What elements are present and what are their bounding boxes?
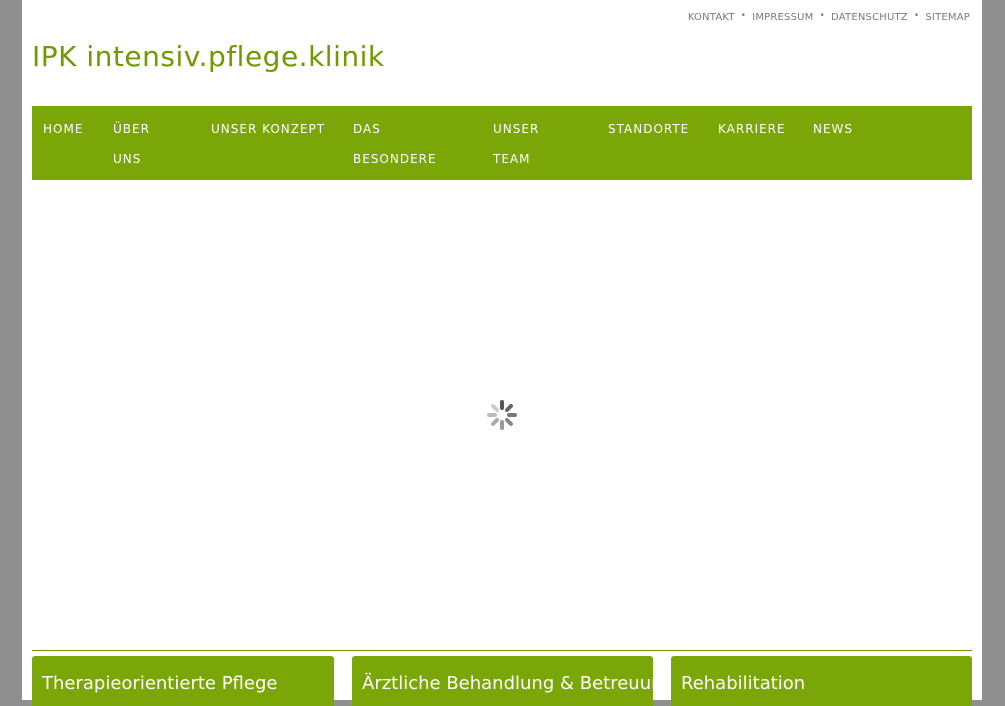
divider bbox=[32, 650, 972, 651]
slider-area bbox=[32, 180, 972, 650]
meta-link-datenschutz[interactable]: DATENSCHUTZ bbox=[831, 12, 908, 23]
feature-box-rehabilitation[interactable]: Rehabilitation bbox=[671, 656, 972, 706]
nav-item-ueber-uns[interactable]: ÜBER UNS bbox=[113, 114, 173, 174]
feature-box-pflege[interactable]: Therapieorientierte Pflege bbox=[32, 656, 334, 706]
separator-dot: • bbox=[819, 10, 826, 21]
nav-item-home[interactable]: HOME bbox=[43, 114, 83, 144]
page: KONTAKT • IMPRESSUM • DATENSCHUTZ • SITE… bbox=[22, 0, 982, 706]
nav-item-news[interactable]: NEWS bbox=[813, 114, 853, 144]
meta-link-sitemap[interactable]: SITEMAP bbox=[925, 12, 970, 23]
meta-link-kontakt[interactable]: KONTAKT bbox=[688, 12, 735, 23]
separator-dot: • bbox=[913, 10, 920, 21]
separator-dot: • bbox=[740, 10, 747, 21]
feature-box-title: Ärztliche Behandlung & Betreuung bbox=[362, 673, 674, 694]
meta-link-impressum[interactable]: IMPRESSUM bbox=[752, 12, 813, 23]
main-navigation: HOME ÜBER UNS UNSER KONZEPT DAS BESONDER… bbox=[32, 106, 972, 180]
feature-box-behandlung[interactable]: Ärztliche Behandlung & Betreuung bbox=[352, 656, 674, 706]
nav-item-unser-team[interactable]: UNSER TEAM bbox=[493, 114, 563, 174]
meta-nav: KONTAKT • IMPRESSUM • DATENSCHUTZ • SITE… bbox=[688, 10, 970, 24]
feature-box-title: Rehabilitation bbox=[681, 673, 806, 694]
nav-item-karriere[interactable]: KARRIERE bbox=[718, 114, 786, 144]
site-logo-title[interactable]: IPK intensiv.pflege.klinik bbox=[32, 40, 385, 73]
nav-item-das-besondere[interactable]: DAS BESONDERE bbox=[353, 114, 463, 174]
feature-box-title: Therapieorientierte Pflege bbox=[42, 673, 278, 694]
nav-item-unser-konzept[interactable]: UNSER KONZEPT bbox=[211, 114, 325, 144]
nav-item-standorte[interactable]: STANDORTE bbox=[608, 114, 689, 144]
spinner-icon bbox=[487, 400, 517, 430]
